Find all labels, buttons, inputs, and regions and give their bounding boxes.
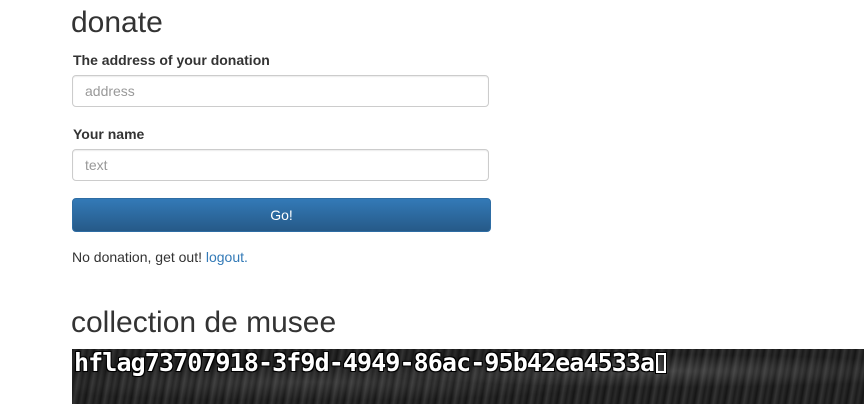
cursor-box-icon [656, 353, 667, 373]
collection-image-text: hflag73707918-3f9d-4949-86ac-95b42ea4533… [74, 349, 667, 377]
go-button[interactable]: Go! [72, 198, 491, 232]
page: donate The address of your donation Your… [0, 0, 864, 404]
name-input[interactable] [72, 149, 489, 181]
donation-status-text: No donation, get out! [72, 249, 206, 265]
logout-link[interactable]: logout. [206, 249, 248, 265]
name-label: Your name [73, 126, 145, 142]
flag-text: hflag73707918-3f9d-4949-86ac-95b42ea4533… [74, 349, 655, 377]
address-input[interactable] [72, 75, 489, 107]
collection-heading: collection de musee [71, 306, 337, 339]
donation-status: No donation, get out! logout. [72, 248, 248, 266]
donate-heading: donate [71, 6, 163, 39]
collection-image: hflag73707918-3f9d-4949-86ac-95b42ea4533… [72, 349, 864, 404]
address-label: The address of your donation [73, 52, 270, 68]
